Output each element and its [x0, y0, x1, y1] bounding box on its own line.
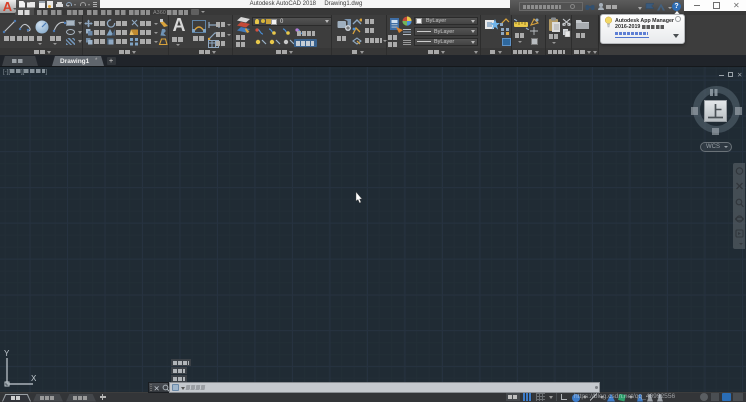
svg-text:X: X [31, 374, 36, 383]
svg-text:Y: Y [4, 349, 10, 358]
